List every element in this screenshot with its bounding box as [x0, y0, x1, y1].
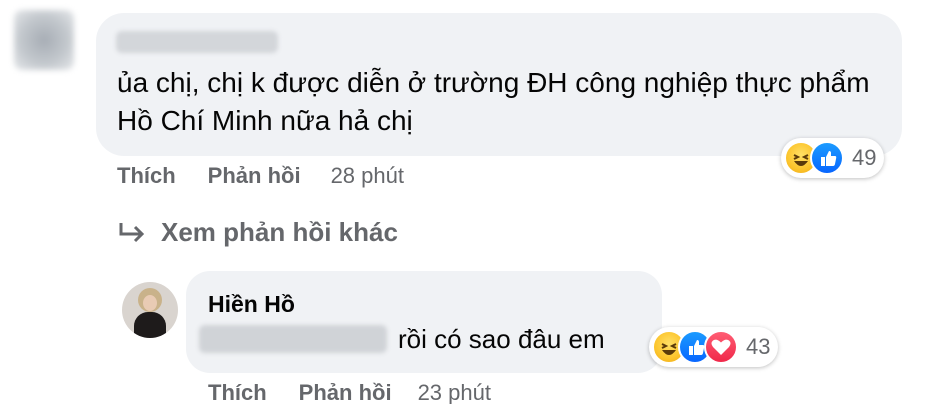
comment-reactions[interactable]: 49: [781, 138, 885, 178]
commenter-avatar[interactable]: [14, 10, 74, 70]
like-icon: [810, 141, 844, 175]
comment-text: ủa chị, chị k được diễn ở trường ĐH công…: [117, 67, 870, 136]
reply-author-avatar[interactable]: [122, 282, 178, 338]
love-icon: [704, 330, 738, 364]
reaction-count: 43: [746, 334, 771, 359]
comment-timestamp[interactable]: 28 phút: [331, 163, 404, 189]
reply-button[interactable]: Phản hồi: [208, 163, 301, 189]
comment-actions: Thích Phản hồi 28 phút: [117, 163, 404, 189]
reply-actions: Thích Phản hồi 23 phút: [208, 380, 491, 404]
view-more-replies-button[interactable]: Xem phản hồi khác: [117, 217, 398, 248]
reply-text: rồi có sao đâu em: [398, 324, 605, 354]
commenter-name-blurred[interactable]: [116, 31, 278, 53]
like-button[interactable]: Thích: [117, 163, 176, 189]
reply-bubble: [186, 271, 662, 373]
like-button[interactable]: Thích: [208, 380, 267, 404]
reply-reactions[interactable]: 43: [649, 327, 779, 367]
reaction-count: 49: [852, 145, 877, 170]
reply-arrow-icon: [119, 222, 145, 242]
mentioned-name-blurred[interactable]: [199, 325, 387, 353]
reply-timestamp[interactable]: 23 phút: [418, 380, 491, 404]
reply-author-name[interactable]: Hiền Hồ: [208, 291, 295, 318]
view-more-replies-label: Xem phản hồi khác: [161, 217, 398, 247]
reply-button[interactable]: Phản hồi: [299, 380, 392, 404]
